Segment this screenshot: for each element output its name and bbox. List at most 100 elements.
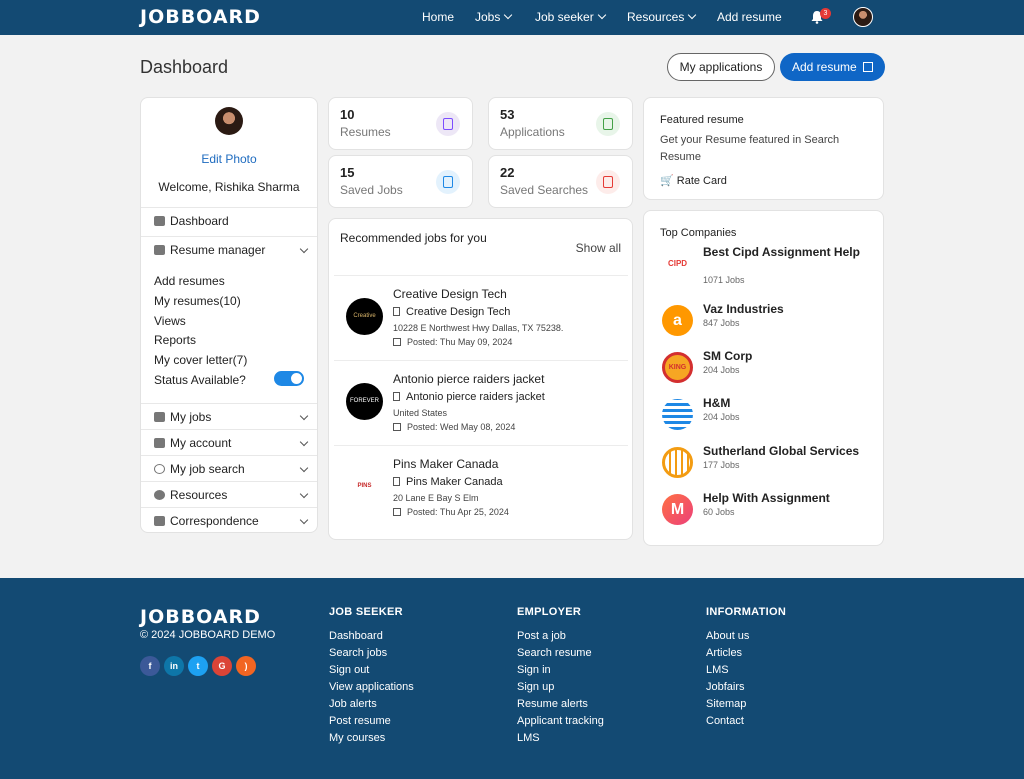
job-item[interactable]: FOREVER Antonio pierce raiders jacket An… — [334, 360, 628, 445]
footer-link[interactable]: LMS — [517, 730, 604, 747]
user-avatar[interactable] — [853, 7, 873, 27]
company-item[interactable]: M Help With Assignment 60 Jobs — [662, 491, 882, 531]
company-jobs: 204 Jobs — [703, 412, 740, 422]
sidebar-sub-reports[interactable]: Reports — [154, 333, 196, 347]
company-name[interactable]: Sutherland Global Services — [703, 444, 883, 459]
footer-link[interactable]: View applications — [329, 679, 414, 696]
company-logo: KING — [662, 352, 693, 383]
my-applications-button[interactable]: My applications — [667, 53, 775, 81]
google-icon[interactable]: G — [212, 656, 232, 676]
download-icon — [596, 170, 620, 194]
company-item[interactable]: KING SM Corp 204 Jobs — [662, 349, 882, 389]
nav-home[interactable]: Home — [422, 10, 454, 24]
footer-link[interactable]: My courses — [329, 730, 414, 747]
job-item[interactable]: PINS Pins Maker Canada Pins Maker Canada… — [334, 445, 628, 530]
company-name[interactable]: Best Cipd Assignment Help — [703, 245, 883, 260]
footer-link[interactable]: Sign out — [329, 662, 414, 679]
footer-link[interactable]: Applicant tracking — [517, 713, 604, 730]
job-company: Creative Design Tech — [393, 306, 510, 318]
job-company: Antonio pierce raiders jacket — [393, 391, 545, 403]
nav-add-resume[interactable]: Add resume — [717, 10, 782, 24]
sidebar-sub-cover-letter[interactable]: My cover letter(7) — [154, 353, 247, 367]
featured-resume-card: Featured resume Get your Resume featured… — [643, 97, 884, 200]
footer-col-title: INFORMATION — [706, 606, 787, 618]
building-icon — [393, 392, 400, 401]
company-name[interactable]: Vaz Industries — [703, 302, 883, 317]
job-title[interactable]: Pins Maker Canada — [393, 457, 498, 471]
footer-link[interactable]: Post a job — [517, 628, 604, 645]
calendar-icon — [393, 338, 401, 346]
sidebar-item-my-job-search[interactable]: My job search — [141, 455, 317, 481]
chevron-down-icon — [299, 411, 309, 421]
footer-link[interactable]: About us — [706, 628, 786, 645]
footer-link[interactable]: Sign in — [517, 662, 604, 679]
twitter-icon[interactable]: t — [188, 656, 208, 676]
site-logo[interactable]: JOBBOARD — [140, 6, 261, 28]
footer-link[interactable]: Sign up — [517, 679, 604, 696]
footer-link[interactable]: Dashboard — [329, 628, 414, 645]
job-address: 10228 E Northwest Hwy Dallas, TX 75238. — [393, 323, 564, 333]
stat-card-saved-searches[interactable]: 22 Saved Searches — [488, 155, 633, 208]
sidebar-item-resume-manager[interactable]: Resume manager — [141, 236, 317, 262]
footer-link[interactable]: Resume alerts — [517, 696, 604, 713]
job-address: 20 Lane E Bay S Elm — [393, 493, 479, 503]
sidebar-item-dashboard[interactable]: Dashboard — [141, 207, 317, 233]
company-logo: a — [662, 305, 693, 336]
sidebar-item-my-jobs[interactable]: My jobs — [141, 403, 317, 429]
stat-label: Resumes — [340, 125, 391, 139]
status-available-toggle[interactable] — [274, 371, 304, 386]
company-item[interactable]: Sutherland Global Services 177 Jobs — [662, 444, 882, 484]
stat-card-applications[interactable]: 53 Applications — [488, 97, 633, 150]
external-link-icon — [863, 62, 873, 72]
footer-link[interactable]: Jobfairs — [706, 679, 786, 696]
footer-link[interactable]: Articles — [706, 645, 786, 662]
briefcase-icon — [596, 112, 620, 136]
company-item[interactable]: a Vaz Industries 847 Jobs — [662, 302, 882, 342]
stat-label: Saved Jobs — [340, 183, 403, 197]
company-jobs: 1071 Jobs — [703, 275, 745, 285]
facebook-icon[interactable]: f — [140, 656, 160, 676]
recommended-title: Recommended jobs for you — [340, 231, 487, 245]
edit-photo-link[interactable]: Edit Photo — [141, 152, 317, 166]
job-title[interactable]: Antonio pierce raiders jacket — [393, 372, 544, 386]
sidebar-item-my-account[interactable]: My account — [141, 429, 317, 455]
footer-link[interactable]: Job alerts — [329, 696, 414, 713]
company-name[interactable]: H&M — [703, 396, 883, 411]
chevron-down-icon — [299, 489, 309, 499]
rate-card-link[interactable]: 🛒 Rate Card — [660, 174, 727, 187]
footer-link[interactable]: Search resume — [517, 645, 604, 662]
sidebar-item-resources[interactable]: Resources — [141, 481, 317, 507]
stat-card-saved-jobs[interactable]: 15 Saved Jobs — [328, 155, 473, 208]
sidebar-sub-views[interactable]: Views — [154, 314, 186, 328]
company-name[interactable]: Help With Assignment — [703, 491, 883, 506]
show-all-link[interactable]: Show all — [576, 241, 621, 255]
company-item[interactable]: CIPD Best Cipd Assignment Help 1071 Jobs — [662, 245, 882, 285]
job-item[interactable]: Creative Creative Design Tech Creative D… — [334, 275, 628, 360]
company-item[interactable]: H&M 204 Jobs — [662, 396, 882, 436]
company-jobs: 177 Jobs — [703, 460, 740, 470]
rss-icon[interactable]: ) — [236, 656, 256, 676]
cart-icon: 🛒 — [660, 175, 674, 187]
footer-link[interactable]: LMS — [706, 662, 786, 679]
sidebar-sub-my-resumes[interactable]: My resumes(10) — [154, 294, 241, 308]
job-title[interactable]: Creative Design Tech — [393, 287, 507, 301]
linkedin-icon[interactable]: in — [164, 656, 184, 676]
page-title: Dashboard — [140, 57, 229, 77]
stat-label: Applications — [500, 125, 565, 139]
footer-link[interactable]: Search jobs — [329, 645, 414, 662]
sidebar-item-correspondence[interactable]: Correspondence — [141, 507, 317, 533]
footer-link[interactable]: Sitemap — [706, 696, 786, 713]
company-name[interactable]: SM Corp — [703, 349, 883, 364]
company-logo: Creative — [346, 298, 383, 335]
footer-logo[interactable]: JOBBOARD — [140, 606, 261, 628]
job-posted: Posted: Thu Apr 25, 2024 — [393, 507, 509, 517]
nav-resources[interactable]: Resources — [627, 10, 697, 24]
add-resume-button[interactable]: Add resume — [780, 53, 885, 81]
nav-job-seeker[interactable]: Job seeker — [535, 10, 606, 24]
footer-link[interactable]: Post resume — [329, 713, 414, 730]
footer: JOBBOARD © 2024 JOBBOARD DEMO f in t G )… — [0, 578, 1024, 779]
stat-card-resumes[interactable]: 10 Resumes — [328, 97, 473, 150]
nav-jobs[interactable]: Jobs — [475, 10, 513, 24]
sidebar-sub-add-resumes[interactable]: Add resumes — [154, 274, 225, 288]
footer-link[interactable]: Contact — [706, 713, 786, 730]
